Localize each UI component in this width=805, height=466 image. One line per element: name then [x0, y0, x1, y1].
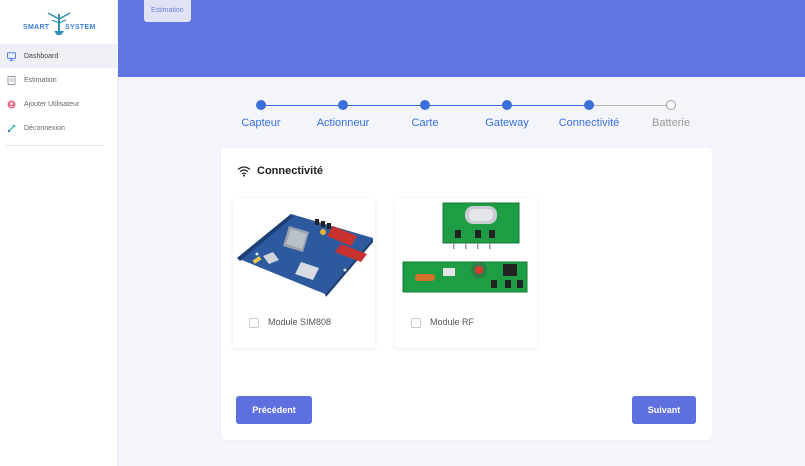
card-title-text: Connectivité	[257, 165, 324, 177]
step-label-batterie[interactable]: Batterie	[652, 117, 690, 129]
step-label-actionneur[interactable]: Actionneur	[317, 117, 370, 129]
previous-button[interactable]: Précédent	[236, 396, 312, 424]
sidebar: SMART SYSTEM Dashboard Estimation Ajoute…	[0, 0, 118, 466]
logo-icon	[47, 12, 71, 35]
header-banner: Estimation	[118, 0, 805, 77]
breadcrumb[interactable]: Estimation	[144, 0, 191, 22]
wifi-icon	[237, 165, 251, 177]
sidebar-item-add-user[interactable]: Ajouter Utilisateur	[0, 92, 118, 116]
sim808-label[interactable]: Module SIM808	[268, 317, 331, 327]
logo-text-right: SYSTEM	[65, 24, 96, 31]
step-label-capteur[interactable]: Capteur	[241, 117, 280, 129]
monitor-icon	[7, 51, 16, 61]
sidebar-item-estimation[interactable]: Estimation	[0, 68, 118, 92]
step-label-gateway[interactable]: Gateway	[485, 117, 528, 129]
sidebar-divider	[6, 145, 104, 146]
card-title: Connectivité	[237, 165, 323, 177]
step-dot-carte[interactable]	[420, 100, 430, 110]
user-icon	[7, 100, 16, 109]
step-dot-batterie[interactable]	[666, 100, 676, 110]
sidebar-nav: Dashboard Estimation Ajouter Utilisateur…	[0, 44, 118, 140]
step-dot-actionneur[interactable]	[338, 100, 348, 110]
sim808-checkbox[interactable]	[249, 318, 259, 328]
connectivity-card: Connectivité Module SIM808 Module RF Pré…	[221, 148, 712, 440]
sidebar-item-logout[interactable]: Déconnexion	[0, 116, 118, 140]
rf-checkbox[interactable]	[411, 318, 421, 328]
step-dot-connectivite[interactable]	[584, 100, 594, 110]
logo-text-left: SMART	[23, 24, 50, 31]
stepper-line-todo	[589, 105, 671, 106]
smart-system-logo[interactable]: SMART SYSTEM	[14, 9, 104, 37]
sidebar-item-label: Ajouter Utilisateur	[24, 100, 80, 108]
sidebar-item-dashboard[interactable]: Dashboard	[0, 44, 118, 68]
rf-label[interactable]: Module RF	[430, 317, 474, 327]
sidebar-item-label: Dashboard	[24, 52, 59, 60]
step-label-carte[interactable]: Carte	[412, 117, 439, 129]
step-dot-capteur[interactable]	[256, 100, 266, 110]
next-button[interactable]: Suivant	[632, 396, 696, 424]
step-label-connectivite[interactable]: Connectivité	[559, 117, 620, 129]
sidebar-item-label: Déconnexion	[24, 124, 65, 132]
option-rf[interactable]: Module RF	[395, 198, 537, 348]
option-sim808[interactable]: Module SIM808	[233, 198, 375, 348]
rf-module-image	[402, 202, 528, 293]
sim808-board-image	[237, 214, 373, 297]
document-icon	[7, 75, 16, 85]
sidebar-item-label: Estimation	[24, 76, 57, 84]
logout-icon	[7, 124, 16, 133]
step-dot-gateway[interactable]	[502, 100, 512, 110]
